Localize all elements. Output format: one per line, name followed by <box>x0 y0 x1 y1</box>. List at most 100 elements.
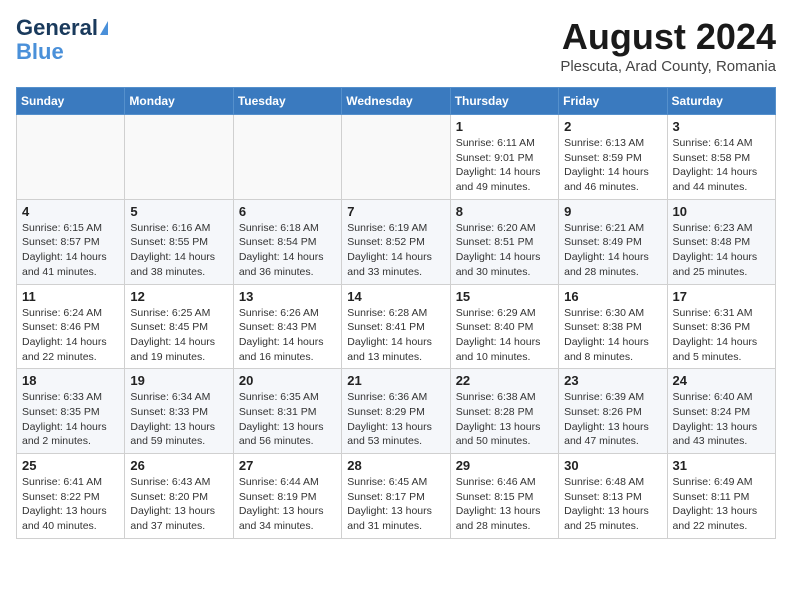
calendar-day-cell: 26 Sunrise: 6:43 AM Sunset: 8:20 PM Dayli… <box>125 454 233 539</box>
calendar-day-cell: 10 Sunrise: 6:23 AM Sunset: 8:48 PM Dayli… <box>667 199 775 284</box>
calendar-day-cell: 14 Sunrise: 6:28 AM Sunset: 8:41 PM Dayli… <box>342 284 450 369</box>
day-number: 13 <box>239 289 336 304</box>
calendar-day-cell: 31 Sunrise: 6:49 AM Sunset: 8:11 PM Dayli… <box>667 454 775 539</box>
day-info: Sunrise: 6:40 AM Sunset: 8:24 PM Dayligh… <box>673 390 770 449</box>
calendar-week-row: 4Sunrise: 6:15 AM Sunset: 8:57 PM Daylig… <box>17 199 776 284</box>
calendar-day-cell: 6 Sunrise: 6:18 AM Sunset: 8:54 PM Daylig… <box>233 199 341 284</box>
day-number: 23 <box>564 373 661 388</box>
day-info: Sunrise: 6:11 AM Sunset: 9:01 PM Dayligh… <box>456 136 553 195</box>
location-subtitle: Plescuta, Arad County, Romania <box>560 58 776 75</box>
weekday-header-cell: Tuesday <box>233 88 341 115</box>
calendar-day-cell: 28 Sunrise: 6:45 AM Sunset: 8:17 PM Dayli… <box>342 454 450 539</box>
day-number: 27 <box>239 458 336 473</box>
calendar-day-cell: 17 Sunrise: 6:31 AM Sunset: 8:36 PM Dayli… <box>667 284 775 369</box>
weekday-header-cell: Sunday <box>17 88 125 115</box>
calendar-table: SundayMondayTuesdayWednesdayThursdayFrid… <box>16 87 776 539</box>
calendar-day-cell: 3 Sunrise: 6:14 AM Sunset: 8:58 PM Daylig… <box>667 115 775 200</box>
day-info: Sunrise: 6:48 AM Sunset: 8:13 PM Dayligh… <box>564 475 661 534</box>
day-info: Sunrise: 6:20 AM Sunset: 8:51 PM Dayligh… <box>456 221 553 280</box>
title-area: August 2024 Plescuta, Arad County, Roman… <box>560 16 776 75</box>
day-number: 25 <box>22 458 119 473</box>
calendar-day-cell: 21 Sunrise: 6:36 AM Sunset: 8:29 PM Dayli… <box>342 369 450 454</box>
day-info: Sunrise: 6:31 AM Sunset: 8:36 PM Dayligh… <box>673 306 770 365</box>
day-info: Sunrise: 6:21 AM Sunset: 8:49 PM Dayligh… <box>564 221 661 280</box>
calendar-day-cell <box>342 115 450 200</box>
calendar-week-row: 11Sunrise: 6:24 AM Sunset: 8:46 PM Dayli… <box>17 284 776 369</box>
day-number: 1 <box>456 119 553 134</box>
day-number: 12 <box>130 289 227 304</box>
calendar-day-cell: 22 Sunrise: 6:38 AM Sunset: 8:28 PM Dayli… <box>450 369 558 454</box>
day-number: 19 <box>130 373 227 388</box>
day-info: Sunrise: 6:13 AM Sunset: 8:59 PM Dayligh… <box>564 136 661 195</box>
day-number: 17 <box>673 289 770 304</box>
calendar-week-row: 1 Sunrise: 6:11 AM Sunset: 9:01 PM Daylig… <box>17 115 776 200</box>
day-info: Sunrise: 6:45 AM Sunset: 8:17 PM Dayligh… <box>347 475 444 534</box>
weekday-header-cell: Monday <box>125 88 233 115</box>
day-info: Sunrise: 6:18 AM Sunset: 8:54 PM Dayligh… <box>239 221 336 280</box>
day-number: 18 <box>22 373 119 388</box>
day-info: Sunrise: 6:41 AM Sunset: 8:22 PM Dayligh… <box>22 475 119 534</box>
day-number: 28 <box>347 458 444 473</box>
day-number: 31 <box>673 458 770 473</box>
calendar-day-cell <box>125 115 233 200</box>
day-number: 11 <box>22 289 119 304</box>
day-info: Sunrise: 6:46 AM Sunset: 8:15 PM Dayligh… <box>456 475 553 534</box>
calendar-day-cell: 2Sunrise: 6:13 AM Sunset: 8:59 PM Daylig… <box>559 115 667 200</box>
calendar-day-cell: 25 Sunrise: 6:41 AM Sunset: 8:22 PM Dayli… <box>17 454 125 539</box>
calendar-day-cell: 18 Sunrise: 6:33 AM Sunset: 8:35 PM Dayli… <box>17 369 125 454</box>
day-number: 22 <box>456 373 553 388</box>
calendar-day-cell <box>233 115 341 200</box>
day-info: Sunrise: 6:35 AM Sunset: 8:31 PM Dayligh… <box>239 390 336 449</box>
calendar-day-cell: 27Sunrise: 6:44 AM Sunset: 8:19 PM Dayli… <box>233 454 341 539</box>
logo-blue: Blue <box>16 40 64 64</box>
calendar-day-cell: 8Sunrise: 6:20 AM Sunset: 8:51 PM Daylig… <box>450 199 558 284</box>
day-number: 3 <box>673 119 770 134</box>
calendar-day-cell: 1 Sunrise: 6:11 AM Sunset: 9:01 PM Daylig… <box>450 115 558 200</box>
logo: General Blue <box>16 16 108 64</box>
day-number: 21 <box>347 373 444 388</box>
calendar-day-cell: 7 Sunrise: 6:19 AM Sunset: 8:52 PM Daylig… <box>342 199 450 284</box>
day-info: Sunrise: 6:15 AM Sunset: 8:57 PM Dayligh… <box>22 221 119 280</box>
calendar-day-cell: 13 Sunrise: 6:26 AM Sunset: 8:43 PM Dayli… <box>233 284 341 369</box>
calendar-day-cell: 24 Sunrise: 6:40 AM Sunset: 8:24 PM Dayli… <box>667 369 775 454</box>
day-number: 14 <box>347 289 444 304</box>
day-info: Sunrise: 6:14 AM Sunset: 8:58 PM Dayligh… <box>673 136 770 195</box>
day-info: Sunrise: 6:28 AM Sunset: 8:41 PM Dayligh… <box>347 306 444 365</box>
weekday-header-cell: Thursday <box>450 88 558 115</box>
calendar-day-cell: 5Sunrise: 6:16 AM Sunset: 8:55 PM Daylig… <box>125 199 233 284</box>
day-info: Sunrise: 6:38 AM Sunset: 8:28 PM Dayligh… <box>456 390 553 449</box>
day-info: Sunrise: 6:19 AM Sunset: 8:52 PM Dayligh… <box>347 221 444 280</box>
day-number: 6 <box>239 204 336 219</box>
day-number: 16 <box>564 289 661 304</box>
calendar-day-cell: 12 Sunrise: 6:25 AM Sunset: 8:45 PM Dayli… <box>125 284 233 369</box>
calendar-day-cell: 30Sunrise: 6:48 AM Sunset: 8:13 PM Dayli… <box>559 454 667 539</box>
day-info: Sunrise: 6:33 AM Sunset: 8:35 PM Dayligh… <box>22 390 119 449</box>
day-info: Sunrise: 6:36 AM Sunset: 8:29 PM Dayligh… <box>347 390 444 449</box>
weekday-header-cell: Friday <box>559 88 667 115</box>
day-info: Sunrise: 6:39 AM Sunset: 8:26 PM Dayligh… <box>564 390 661 449</box>
day-number: 20 <box>239 373 336 388</box>
calendar-day-cell: 23 Sunrise: 6:39 AM Sunset: 8:26 PM Dayli… <box>559 369 667 454</box>
day-number: 26 <box>130 458 227 473</box>
day-info: Sunrise: 6:43 AM Sunset: 8:20 PM Dayligh… <box>130 475 227 534</box>
calendar-day-cell: 11Sunrise: 6:24 AM Sunset: 8:46 PM Dayli… <box>17 284 125 369</box>
day-info: Sunrise: 6:30 AM Sunset: 8:38 PM Dayligh… <box>564 306 661 365</box>
logo-triangle-icon <box>100 21 108 35</box>
day-number: 10 <box>673 204 770 219</box>
day-number: 7 <box>347 204 444 219</box>
weekday-header-cell: Saturday <box>667 88 775 115</box>
day-number: 9 <box>564 204 661 219</box>
calendar-day-cell: 15Sunrise: 6:29 AM Sunset: 8:40 PM Dayli… <box>450 284 558 369</box>
calendar-day-cell: 9 Sunrise: 6:21 AM Sunset: 8:49 PM Daylig… <box>559 199 667 284</box>
calendar-day-cell: 4Sunrise: 6:15 AM Sunset: 8:57 PM Daylig… <box>17 199 125 284</box>
day-number: 5 <box>130 204 227 219</box>
day-info: Sunrise: 6:25 AM Sunset: 8:45 PM Dayligh… <box>130 306 227 365</box>
day-info: Sunrise: 6:49 AM Sunset: 8:11 PM Dayligh… <box>673 475 770 534</box>
day-info: Sunrise: 6:23 AM Sunset: 8:48 PM Dayligh… <box>673 221 770 280</box>
day-number: 24 <box>673 373 770 388</box>
calendar-day-cell: 20 Sunrise: 6:35 AM Sunset: 8:31 PM Dayli… <box>233 369 341 454</box>
day-info: Sunrise: 6:34 AM Sunset: 8:33 PM Dayligh… <box>130 390 227 449</box>
day-info: Sunrise: 6:26 AM Sunset: 8:43 PM Dayligh… <box>239 306 336 365</box>
calendar-week-row: 18 Sunrise: 6:33 AM Sunset: 8:35 PM Dayli… <box>17 369 776 454</box>
logo-general: General <box>16 16 98 40</box>
